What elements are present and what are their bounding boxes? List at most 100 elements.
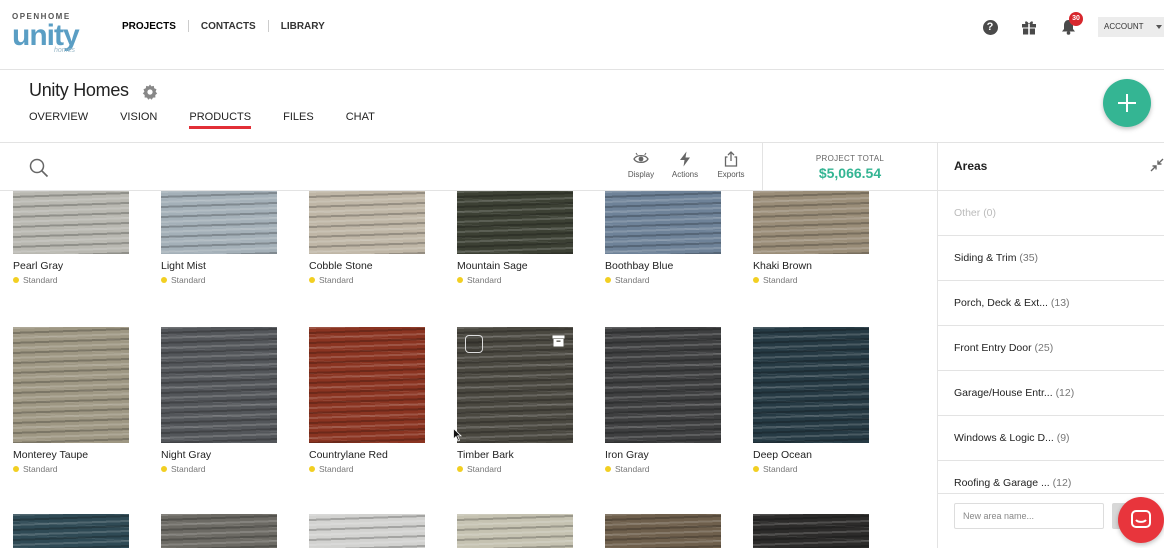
product-swatch [161,327,277,443]
status-label: Standard [23,464,58,474]
product-card[interactable]: Light Mist Standard [161,191,277,285]
product-card[interactable]: Mountain Sage Standard [457,191,573,285]
area-count: (25) [1034,342,1054,354]
display-label: Display [627,170,655,179]
product-card[interactable] [753,514,869,548]
product-swatch [309,514,425,548]
area-item-windows[interactable]: Windows & Logic D... (9) [938,416,1164,461]
status-label: Standard [615,275,650,285]
new-area-input[interactable] [954,503,1104,529]
status-label: Standard [467,275,502,285]
product-status: Standard [309,275,425,285]
product-swatch [457,191,573,254]
tab-chat[interactable]: CHAT [346,111,375,128]
chat-launcher-button[interactable] [1118,497,1164,543]
product-swatch [13,191,129,254]
status-dot [457,277,463,283]
search-icon[interactable] [29,158,49,178]
product-swatch [13,327,129,443]
area-label: Windows & Logic D... [954,432,1054,444]
product-card[interactable]: Countrylane Red Standard [309,327,425,474]
product-card[interactable] [161,514,277,548]
product-name: Light Mist [161,260,206,272]
product-status: Standard [161,275,277,285]
product-card[interactable]: Pearl Gray Standard [13,191,129,285]
product-name: Pearl Gray [13,260,64,272]
product-card[interactable]: Iron Gray Standard [605,327,721,474]
product-card[interactable] [13,514,129,548]
product-name: Countrylane Red [309,449,388,461]
product-name: Deep Ocean [753,449,812,461]
product-name: Night Gray [161,449,212,461]
area-count: (12) [1055,387,1075,399]
area-item-other[interactable]: Other (0) [938,191,1164,236]
product-status: Standard [309,464,425,474]
status-label: Standard [171,275,206,285]
display-button[interactable]: Display [621,151,661,179]
exports-label: Exports [717,170,745,179]
area-label: Garage/House Entr... [954,387,1053,399]
area-item-porch[interactable]: Porch, Deck & Ext... (13) [938,281,1164,326]
product-card[interactable]: Night Gray Standard [161,327,277,474]
product-status: Standard [13,275,129,285]
product-swatch [605,327,721,443]
area-count: (9) [1056,432,1070,444]
areas-title: Areas [954,159,988,173]
product-card[interactable] [457,514,573,548]
nav-library[interactable]: LIBRARY [281,21,325,32]
nav-projects[interactable]: PROJECTS [122,21,176,32]
chat-icon [1131,510,1151,528]
account-menu[interactable]: ACCOUNT [1098,17,1164,37]
area-label: Porch, Deck & Ext... [954,297,1048,309]
brand-logo[interactable]: OPENHOME unity homes [12,12,82,58]
product-card[interactable]: Khaki Brown Standard [753,191,869,285]
tab-vision[interactable]: VISION [120,111,157,128]
area-label: Other [954,207,981,219]
nav-divider [267,20,269,32]
tab-products[interactable]: PRODUCTS [189,111,251,129]
nav-divider [187,20,189,32]
area-item-front-door[interactable]: Front Entry Door (25) [938,326,1164,371]
tab-overview[interactable]: OVERVIEW [29,111,88,128]
mouse-cursor-icon [453,428,462,442]
product-swatch [753,327,869,443]
product-name: Cobble Stone [309,260,373,272]
product-grid: Pearl Gray Standard Light Mist Standard … [0,191,937,548]
area-item-siding[interactable]: Siding & Trim (35) [938,236,1164,281]
archive-icon[interactable] [552,335,565,347]
product-swatch [605,191,721,254]
exports-button[interactable]: Exports [711,151,751,179]
product-card[interactable]: Boothbay Blue Standard [605,191,721,285]
gear-icon[interactable] [142,84,158,100]
status-dot [605,466,611,472]
area-label: Roofing & Garage ... [954,477,1050,489]
add-button[interactable] [1103,79,1151,127]
status-dot [457,466,463,472]
tab-files[interactable]: FILES [283,111,314,128]
gift-button[interactable] [1018,16,1040,38]
nav-contacts[interactable]: CONTACTS [201,21,256,32]
product-card[interactable]: Timber Bark Standard [457,327,573,474]
select-checkbox[interactable] [465,335,483,353]
product-card[interactable] [605,514,721,548]
area-label: Front Entry Door [954,342,1032,354]
status-dot [605,277,611,283]
help-button[interactable]: ? [979,16,1001,38]
top-actions: ? 30 ACCOUNT [979,12,1164,38]
product-card[interactable] [309,514,425,548]
gift-icon [1022,21,1036,35]
product-status: Standard [457,275,573,285]
area-item-garage-house[interactable]: Garage/House Entr... (12) [938,371,1164,416]
product-status: Standard [753,275,869,285]
collapse-icon[interactable] [1149,157,1164,173]
lightning-icon [680,151,690,167]
product-card[interactable]: Cobble Stone Standard [309,191,425,285]
status-dot [13,277,19,283]
product-name: Mountain Sage [457,260,528,272]
product-status: Standard [161,464,277,474]
product-card[interactable]: Monterey Taupe Standard [13,327,129,474]
notifications-button[interactable]: 30 [1057,12,1083,38]
project-total-value: $5,066.54 [818,165,882,181]
actions-button[interactable]: Actions [665,151,705,179]
product-card[interactable]: Deep Ocean Standard [753,327,869,474]
